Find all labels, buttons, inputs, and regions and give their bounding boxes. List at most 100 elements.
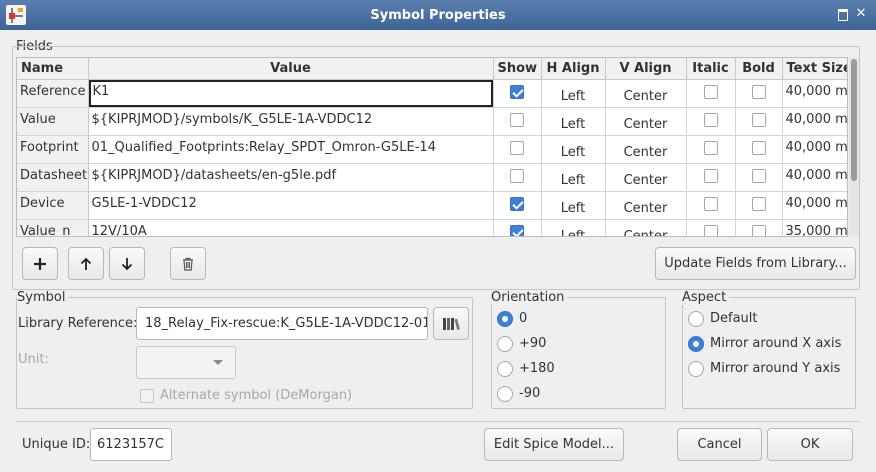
column-header-text-size[interactable]: Text Size: [782, 58, 847, 80]
cancel-button[interactable]: Cancel: [677, 428, 762, 461]
maximize-icon[interactable]: [836, 7, 850, 21]
bold-cell[interactable]: [735, 107, 783, 136]
v-align-cell[interactable]: Center: [605, 219, 687, 236]
h-align-cell[interactable]: Left: [541, 219, 606, 236]
table-row[interactable]: Value ${KIPRJMOD}/symbols/K_G5LE-1A-VDDC1…: [17, 107, 847, 136]
table-row[interactable]: Footprint 01_Qualified_Footprints:Relay_S…: [17, 135, 847, 164]
field-value-cell[interactable]: ${KIPRJMOD}/symbols/K_G5LE-1A-VDDC12: [88, 107, 494, 136]
close-icon[interactable]: ✕: [854, 7, 868, 21]
show-cell[interactable]: [493, 135, 542, 164]
orientation-radio[interactable]: [497, 386, 513, 402]
field-value-editor[interactable]: K1: [88, 79, 492, 106]
field-value-cell[interactable]: G5LE-1-VDDC12: [88, 191, 494, 220]
h-align-cell[interactable]: Left: [541, 79, 606, 108]
column-header-bold[interactable]: Bold: [735, 58, 783, 80]
show-checkbox[interactable]: [510, 85, 524, 99]
unit-select[interactable]: [136, 346, 236, 379]
v-align-cell[interactable]: Center: [605, 79, 687, 108]
table-row[interactable]: DeviceG5LE-1-VDDC12 LeftCenter 40,000 mils: [17, 191, 847, 220]
italic-checkbox[interactable]: [703, 169, 718, 183]
bold-cell[interactable]: [735, 163, 783, 192]
text-size-cell[interactable]: 40,000 mils: [782, 163, 847, 192]
alternate-symbol-checkbox[interactable]: [140, 389, 154, 403]
bold-checkbox[interactable]: [751, 169, 766, 183]
italic-cell[interactable]: [686, 79, 736, 108]
show-cell[interactable]: [493, 219, 542, 236]
italic-checkbox[interactable]: [703, 225, 718, 236]
table-row[interactable]: Value_n12V/10A LeftCenter 35,000 mils: [17, 219, 847, 236]
browse-libraries-button[interactable]: [433, 307, 469, 340]
orientation-radio[interactable]: [497, 336, 513, 352]
column-header-italic[interactable]: Italic: [686, 58, 736, 80]
column-header-value[interactable]: Value: [88, 58, 494, 80]
library-reference-input[interactable]: 18_Relay_Fix-rescue:K_G5LE-1A-VDDC12-01_: [136, 307, 428, 340]
bold-checkbox[interactable]: [751, 141, 766, 155]
italic-cell[interactable]: [686, 107, 736, 136]
update-fields-from-library-button[interactable]: Update Fields from Library...: [655, 247, 856, 280]
fields-table-scrollbar[interactable]: [849, 57, 859, 237]
fields-table[interactable]: Name Value Show H Align V Align Italic B…: [16, 57, 848, 237]
bold-cell[interactable]: [735, 135, 783, 164]
show-checkbox[interactable]: [510, 169, 524, 183]
h-align-cell[interactable]: Left: [541, 135, 606, 164]
aspect-radio[interactable]: [688, 361, 704, 377]
italic-checkbox[interactable]: [703, 85, 718, 99]
show-cell[interactable]: [493, 107, 542, 136]
text-size-cell[interactable]: 35,000 mils: [782, 219, 847, 236]
column-header-name[interactable]: Name: [17, 58, 89, 80]
text-size-cell[interactable]: 40,000 mils: [782, 79, 847, 108]
bold-checkbox[interactable]: [751, 85, 766, 99]
text-size-cell[interactable]: 40,000 mils: [782, 107, 847, 136]
italic-cell[interactable]: [686, 191, 736, 220]
table-row[interactable]: ReferenceK1 LeftCenter 40,000 mils: [17, 79, 847, 108]
v-align-cell[interactable]: Center: [605, 163, 687, 192]
v-align-cell[interactable]: Center: [605, 191, 687, 220]
italic-checkbox[interactable]: [703, 113, 718, 127]
bold-checkbox[interactable]: [751, 113, 766, 127]
orientation-radio[interactable]: [497, 311, 513, 327]
text-size-cell[interactable]: 40,000 mils: [782, 191, 847, 220]
bold-cell[interactable]: [735, 79, 783, 108]
bold-checkbox[interactable]: [751, 197, 766, 211]
column-header-show[interactable]: Show: [493, 58, 542, 80]
scrollbar-thumb[interactable]: [851, 59, 857, 181]
h-align-cell[interactable]: Left: [541, 191, 606, 220]
aspect-radio[interactable]: [688, 311, 704, 327]
italic-checkbox[interactable]: [703, 197, 718, 211]
italic-cell[interactable]: [686, 163, 736, 192]
bold-cell[interactable]: [735, 219, 783, 236]
delete-field-button[interactable]: [170, 247, 206, 280]
italic-cell[interactable]: [686, 135, 736, 164]
field-value-cell[interactable]: ${KIPRJMOD}/datasheets/en-g5le.pdf: [88, 163, 494, 192]
move-down-button[interactable]: [109, 247, 145, 280]
show-cell[interactable]: [493, 79, 542, 108]
unique-id-field[interactable]: 6123157C: [90, 428, 172, 461]
show-checkbox[interactable]: [510, 113, 524, 127]
v-align-cell[interactable]: Center: [605, 135, 687, 164]
bold-checkbox[interactable]: [751, 225, 766, 236]
table-row[interactable]: Datasheet ${KIPRJMOD}/datasheets/en-g5le.…: [17, 163, 847, 192]
italic-cell[interactable]: [686, 219, 736, 236]
column-header-v-align[interactable]: V Align: [605, 58, 687, 80]
show-cell[interactable]: [493, 163, 542, 192]
orientation-radio[interactable]: [497, 361, 513, 377]
field-value-cell[interactable]: K1: [88, 79, 494, 108]
edit-spice-model-button[interactable]: Edit Spice Model...: [484, 428, 624, 461]
h-align-cell[interactable]: Left: [541, 163, 606, 192]
field-value-cell[interactable]: 12V/10A: [88, 219, 494, 236]
italic-checkbox[interactable]: [703, 141, 718, 155]
add-field-button[interactable]: [22, 247, 58, 280]
show-checkbox[interactable]: [510, 141, 524, 155]
show-cell[interactable]: [493, 191, 542, 220]
ok-button[interactable]: OK: [767, 428, 853, 461]
text-size-cell[interactable]: 40,000 mils: [782, 135, 847, 164]
aspect-radio[interactable]: [688, 336, 704, 352]
v-align-cell[interactable]: Center: [605, 107, 687, 136]
column-header-h-align[interactable]: H Align: [541, 58, 606, 80]
show-checkbox[interactable]: [510, 225, 524, 236]
field-value-cell[interactable]: 01_Qualified_Footprints:Relay_SPDT_Omron…: [88, 135, 494, 164]
move-up-button[interactable]: [68, 247, 104, 280]
h-align-cell[interactable]: Left: [541, 107, 606, 136]
bold-cell[interactable]: [735, 191, 783, 220]
show-checkbox[interactable]: [510, 197, 524, 211]
